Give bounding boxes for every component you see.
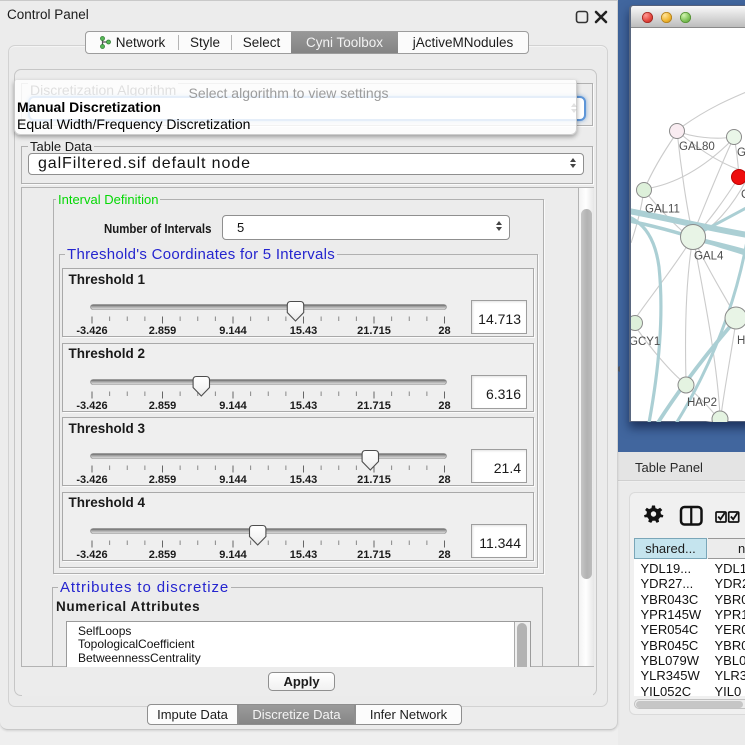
svg-text:GAL80: GAL80 bbox=[679, 141, 715, 153]
svg-text:GAL4: GAL4 bbox=[694, 251, 724, 263]
svg-text:GAL11: GAL11 bbox=[645, 204, 680, 216]
svg-text:HAP2: HAP2 bbox=[687, 397, 717, 409]
svg-text:C: C bbox=[741, 189, 745, 201]
svg-text:GCY1: GCY1 bbox=[631, 336, 660, 348]
svg-text:H: H bbox=[737, 335, 745, 347]
svg-text:GA: GA bbox=[737, 147, 745, 159]
